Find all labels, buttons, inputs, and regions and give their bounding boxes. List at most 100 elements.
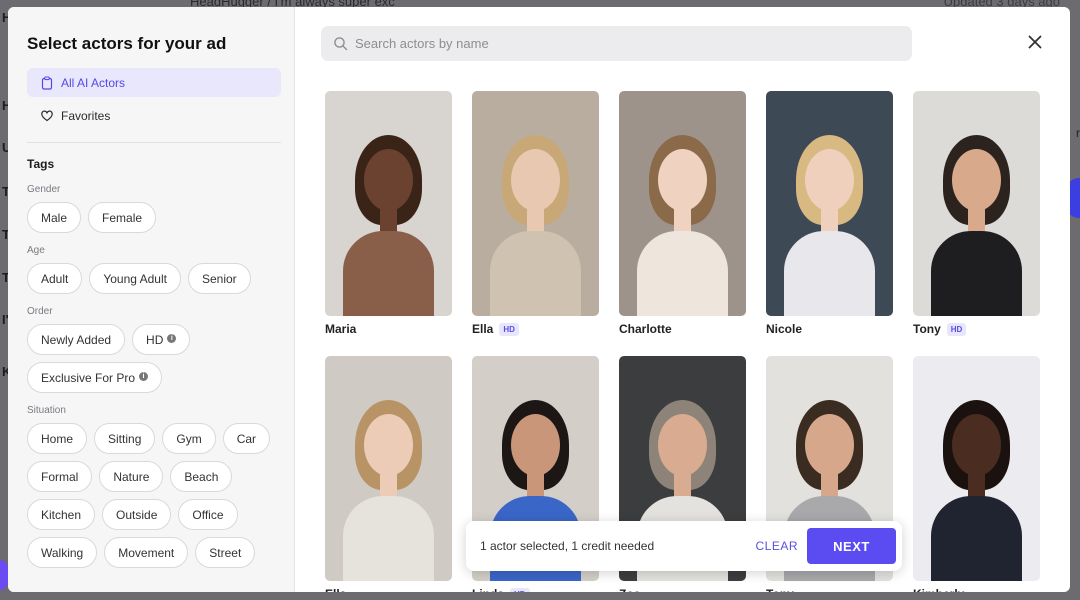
search-icon xyxy=(333,36,349,52)
actor-name: Ella xyxy=(325,587,346,592)
clipboard-icon xyxy=(40,75,54,90)
tag-chip-label: Female xyxy=(102,210,143,225)
tag-chip-label: Male xyxy=(41,210,68,225)
hd-badge: HD xyxy=(510,587,530,592)
tag-chip-label: Beach xyxy=(184,469,219,484)
tag-chip[interactable]: Formal xyxy=(27,461,93,492)
tag-chip[interactable]: Gym xyxy=(162,423,216,454)
backdrop-purple-element xyxy=(0,560,8,590)
backdrop-right-text: r xyxy=(1076,126,1080,140)
actor-card[interactable]: Ella xyxy=(325,356,452,592)
tag-chip[interactable]: Walking xyxy=(27,537,98,568)
actor-figure-face xyxy=(805,414,854,476)
tag-group-label: Age xyxy=(27,245,45,256)
tag-chip[interactable]: Nature xyxy=(99,461,164,492)
heart-icon xyxy=(40,109,54,123)
tag-chip[interactable]: Sitting xyxy=(94,423,156,454)
actor-figure-face xyxy=(952,149,1001,211)
tag-chip-label: Nature xyxy=(113,469,150,484)
tag-chip-label: Adult xyxy=(41,271,69,286)
modal-title: Select actors for your ad xyxy=(27,34,227,53)
actor-name-row: Tony xyxy=(766,581,893,592)
tag-chip[interactable]: Car xyxy=(222,423,271,454)
actor-card[interactable]: Kimberly xyxy=(913,356,1040,592)
actor-thumbnail[interactable] xyxy=(325,91,452,316)
actor-figure-body xyxy=(931,231,1022,316)
tag-chip-label: Sitting xyxy=(108,431,142,446)
actor-thumbnail[interactable] xyxy=(766,91,893,316)
sidebar-item-label: All AI Actors xyxy=(61,75,126,90)
actor-name-row: Tony HD xyxy=(913,316,1040,342)
tag-chip-label: Walking xyxy=(41,545,84,560)
sidebar-divider xyxy=(27,142,281,143)
actor-select-modal: Select actors for your ad All AI Actors F… xyxy=(8,7,1070,592)
tag-chip-list: Home Sitting Gym Car Formal Nature Beach Kitche… xyxy=(27,423,287,568)
sidebar-item-all-actors[interactable]: All AI Actors xyxy=(27,68,281,97)
tag-chip-label: Newly Added xyxy=(41,332,112,347)
info-icon: i xyxy=(167,334,177,343)
hd-badge: HD xyxy=(946,322,967,336)
close-icon[interactable] xyxy=(1027,34,1043,50)
actor-thumbnail[interactable] xyxy=(619,91,746,316)
tag-chip-label: Kitchen xyxy=(41,507,82,522)
tag-chip[interactable]: Beach xyxy=(170,461,233,492)
actor-figure-body xyxy=(343,231,434,316)
tag-chip-label: Office xyxy=(192,507,224,522)
actor-card[interactable]: Ella HD xyxy=(472,91,599,342)
tag-chip-label: Home xyxy=(41,431,74,446)
actor-name-row: Linda HD xyxy=(472,581,599,592)
tag-chip[interactable]: Street xyxy=(195,537,256,568)
actor-figure-face xyxy=(658,414,707,476)
tag-chip[interactable]: Senior xyxy=(187,263,251,294)
next-button[interactable]: NEXT xyxy=(807,528,896,564)
tag-chip[interactable]: Female xyxy=(88,202,157,233)
actor-figure-face xyxy=(511,414,560,476)
actor-card[interactable]: Maria xyxy=(325,91,452,342)
tag-chip-label: Outside xyxy=(116,507,158,522)
actor-figure-face xyxy=(658,149,707,211)
actor-thumbnail[interactable] xyxy=(325,356,452,581)
actor-name-row: Ella HD xyxy=(472,316,599,342)
actor-thumbnail[interactable] xyxy=(913,91,1040,316)
tag-chip[interactable]: Outside xyxy=(102,499,172,530)
actor-name-row: Ella xyxy=(325,581,452,592)
actor-card[interactable]: Nicole xyxy=(766,91,893,342)
actor-card[interactable]: Charlotte xyxy=(619,91,746,342)
actor-thumbnail[interactable] xyxy=(472,91,599,316)
tag-chip-label: Young Adult xyxy=(103,271,167,286)
actor-name: Charlotte xyxy=(619,322,672,336)
tag-group-label: Gender xyxy=(27,184,61,195)
tag-chip[interactable]: Office xyxy=(178,499,238,530)
actor-figure-face xyxy=(805,149,854,211)
tag-chip[interactable]: Young Adult xyxy=(89,263,181,294)
hd-badge: HD xyxy=(499,322,519,336)
sidebar-item-favorites[interactable]: Favorites xyxy=(27,101,281,130)
tag-chip-label: Car xyxy=(236,431,257,446)
tag-chip-label: Exclusive For Pro xyxy=(41,370,136,385)
tag-chip[interactable]: Home xyxy=(27,423,88,454)
tag-chip[interactable]: Kitchen xyxy=(27,499,96,530)
actor-name: Linda xyxy=(472,587,504,592)
actor-figure-face xyxy=(364,149,413,211)
tag-groups: Gender Male Female Age Adult Young Adult Senio… xyxy=(27,184,281,568)
tag-chip[interactable]: Adult xyxy=(27,263,83,294)
actor-name: Tony xyxy=(913,322,941,336)
sidebar-item-label: Favorites xyxy=(61,108,111,123)
actor-figure-face xyxy=(364,414,413,476)
actor-thumbnail[interactable] xyxy=(913,356,1040,581)
clear-button[interactable]: CLEAR xyxy=(755,539,798,553)
tag-chip[interactable]: Male xyxy=(27,202,82,233)
tags-heading: Tags xyxy=(27,157,55,171)
search-input[interactable] xyxy=(355,36,895,51)
tag-chip[interactable]: Exclusive For Pro i xyxy=(27,362,163,393)
search-bar[interactable] xyxy=(321,26,912,61)
tag-chip-label: HD xyxy=(146,332,164,347)
tag-chip[interactable]: Newly Added xyxy=(27,324,126,355)
selection-status: 1 actor selected, 1 credit needed xyxy=(480,539,655,553)
tag-chip[interactable]: Movement xyxy=(104,537,189,568)
tag-chip[interactable]: HD i xyxy=(132,324,191,355)
tag-chip-label: Senior xyxy=(201,271,237,286)
selection-bar: 1 actor selected, 1 credit needed CLEAR … xyxy=(466,521,902,571)
actor-card[interactable]: Tony HD xyxy=(913,91,1040,342)
tag-chip-label: Formal xyxy=(41,469,79,484)
